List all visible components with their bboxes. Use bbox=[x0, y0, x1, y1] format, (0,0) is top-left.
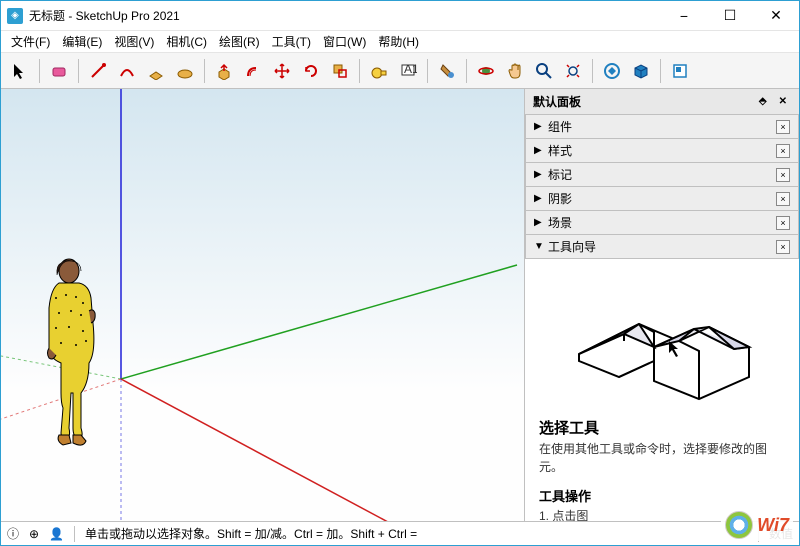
menu-window[interactable]: 窗口(W) bbox=[317, 31, 372, 52]
minimize-button[interactable]: − bbox=[661, 1, 707, 31]
toolbar: A1 bbox=[1, 53, 799, 89]
move-tool-button[interactable] bbox=[269, 58, 295, 84]
extension-warehouse-button[interactable] bbox=[628, 58, 654, 84]
tray-title[interactable]: 默认面板 ⬘ ✕ bbox=[525, 89, 799, 115]
statusbar: ⓘ ⊕ 👤 单击或拖动以选择对象。Shift = 加/减。Ctrl = 加。Sh… bbox=[1, 521, 799, 545]
toolbar-separator bbox=[466, 59, 467, 83]
menu-help[interactable]: 帮助(H) bbox=[372, 31, 425, 52]
svg-text:A1: A1 bbox=[404, 62, 417, 76]
zoom-tool-button[interactable] bbox=[531, 58, 557, 84]
orbit-tool-button[interactable] bbox=[473, 58, 499, 84]
zoom-extents-button[interactable] bbox=[560, 58, 586, 84]
close-icon[interactable]: × bbox=[776, 168, 790, 182]
close-tray-icon[interactable]: ✕ bbox=[775, 96, 791, 107]
person-icon[interactable]: 👤 bbox=[49, 527, 64, 541]
menu-camera[interactable]: 相机(C) bbox=[160, 31, 213, 52]
expand-icon: ▶ bbox=[534, 217, 548, 228]
watermark-text: Wi7 bbox=[757, 515, 789, 536]
tray-item-styles[interactable]: ▶样式× bbox=[525, 139, 799, 163]
close-icon[interactable]: × bbox=[776, 120, 790, 134]
viewport-3d[interactable] bbox=[1, 89, 524, 521]
menu-file[interactable]: 文件(F) bbox=[5, 31, 56, 52]
warehouse-button[interactable] bbox=[599, 58, 625, 84]
select-tool-button[interactable] bbox=[7, 58, 33, 84]
expand-icon: ▶ bbox=[534, 145, 548, 156]
pushpull-tool-button[interactable] bbox=[211, 58, 237, 84]
scale-tool-button[interactable] bbox=[327, 58, 353, 84]
instructor-ops-title: 工具操作 bbox=[539, 486, 785, 505]
close-icon[interactable]: × bbox=[776, 144, 790, 158]
toolbar-separator bbox=[592, 59, 593, 83]
tray-item-instructor[interactable]: ▼工具向导× bbox=[525, 235, 799, 259]
scale-figure-icon bbox=[41, 253, 101, 453]
tray-item-components[interactable]: ▶组件× bbox=[525, 115, 799, 139]
close-icon[interactable]: × bbox=[776, 240, 790, 254]
expand-icon: ▶ bbox=[534, 121, 548, 132]
geo-icon[interactable]: ⊕ bbox=[29, 527, 39, 541]
toolbar-separator bbox=[660, 59, 661, 83]
instructor-tool-title: 选择工具 bbox=[539, 417, 785, 438]
eraser-tool-button[interactable] bbox=[46, 58, 72, 84]
instructor-tool-desc: 在使用其他工具或命令时，选择要修改的图元。 bbox=[539, 440, 785, 476]
close-icon[interactable]: × bbox=[776, 192, 790, 206]
tape-tool-button[interactable] bbox=[366, 58, 392, 84]
pin-icon[interactable]: ⬘ bbox=[755, 96, 771, 107]
watermark: Wi7 bbox=[721, 509, 793, 541]
rectangle-tool-button[interactable] bbox=[143, 58, 169, 84]
tray-item-scenes[interactable]: ▶场景× bbox=[525, 211, 799, 235]
text-tool-button[interactable]: A1 bbox=[395, 58, 421, 84]
close-icon[interactable]: × bbox=[776, 216, 790, 230]
menu-view[interactable]: 视图(V) bbox=[108, 31, 160, 52]
menu-edit[interactable]: 编辑(E) bbox=[56, 31, 108, 52]
layout-button[interactable] bbox=[667, 58, 693, 84]
window-title: 无标题 - SketchUp Pro 2021 bbox=[29, 7, 661, 24]
menubar: 文件(F) 编辑(E) 视图(V) 相机(C) 绘图(R) 工具(T) 窗口(W… bbox=[1, 31, 799, 53]
app-icon: ◈ bbox=[7, 8, 23, 24]
instructor-illustration-icon bbox=[539, 269, 769, 409]
tray-item-shadows[interactable]: ▶阴影× bbox=[525, 187, 799, 211]
help-icon[interactable]: ⓘ bbox=[7, 525, 19, 542]
tray-title-label: 默认面板 bbox=[533, 93, 581, 110]
paint-tool-button[interactable] bbox=[434, 58, 460, 84]
toolbar-separator bbox=[204, 59, 205, 83]
instructor-panel: 选择工具 在使用其他工具或命令时，选择要修改的图元。 工具操作 1. 点击图 bbox=[525, 259, 799, 521]
circle-tool-button[interactable] bbox=[172, 58, 198, 84]
windows-logo-icon bbox=[725, 511, 753, 539]
expand-icon: ▶ bbox=[534, 193, 548, 204]
offset-tool-button[interactable] bbox=[240, 58, 266, 84]
toolbar-separator bbox=[359, 59, 360, 83]
default-tray: 默认面板 ⬘ ✕ ▶组件× ▶样式× ▶标记× ▶阴影× ▶场景× ▼工具向导×… bbox=[524, 89, 799, 521]
maximize-button[interactable]: ☐ bbox=[707, 1, 753, 31]
titlebar: ◈ 无标题 - SketchUp Pro 2021 − ☐ ✕ bbox=[1, 1, 799, 31]
toolbar-separator bbox=[427, 59, 428, 83]
arc-tool-button[interactable] bbox=[114, 58, 140, 84]
toolbar-separator bbox=[39, 59, 40, 83]
line-tool-button[interactable] bbox=[85, 58, 111, 84]
close-button[interactable]: ✕ bbox=[753, 1, 799, 31]
status-separator bbox=[74, 526, 75, 542]
expand-icon: ▶ bbox=[534, 169, 548, 180]
rotate-tool-button[interactable] bbox=[298, 58, 324, 84]
pan-tool-button[interactable] bbox=[502, 58, 528, 84]
toolbar-separator bbox=[78, 59, 79, 83]
menu-tools[interactable]: 工具(T) bbox=[266, 31, 317, 52]
menu-draw[interactable]: 绘图(R) bbox=[213, 31, 266, 52]
tray-item-tags[interactable]: ▶标记× bbox=[525, 163, 799, 187]
collapse-icon: ▼ bbox=[534, 241, 548, 252]
status-hint: 单击或拖动以选择对象。Shift = 加/减。Ctrl = 加。Shift + … bbox=[85, 525, 748, 542]
